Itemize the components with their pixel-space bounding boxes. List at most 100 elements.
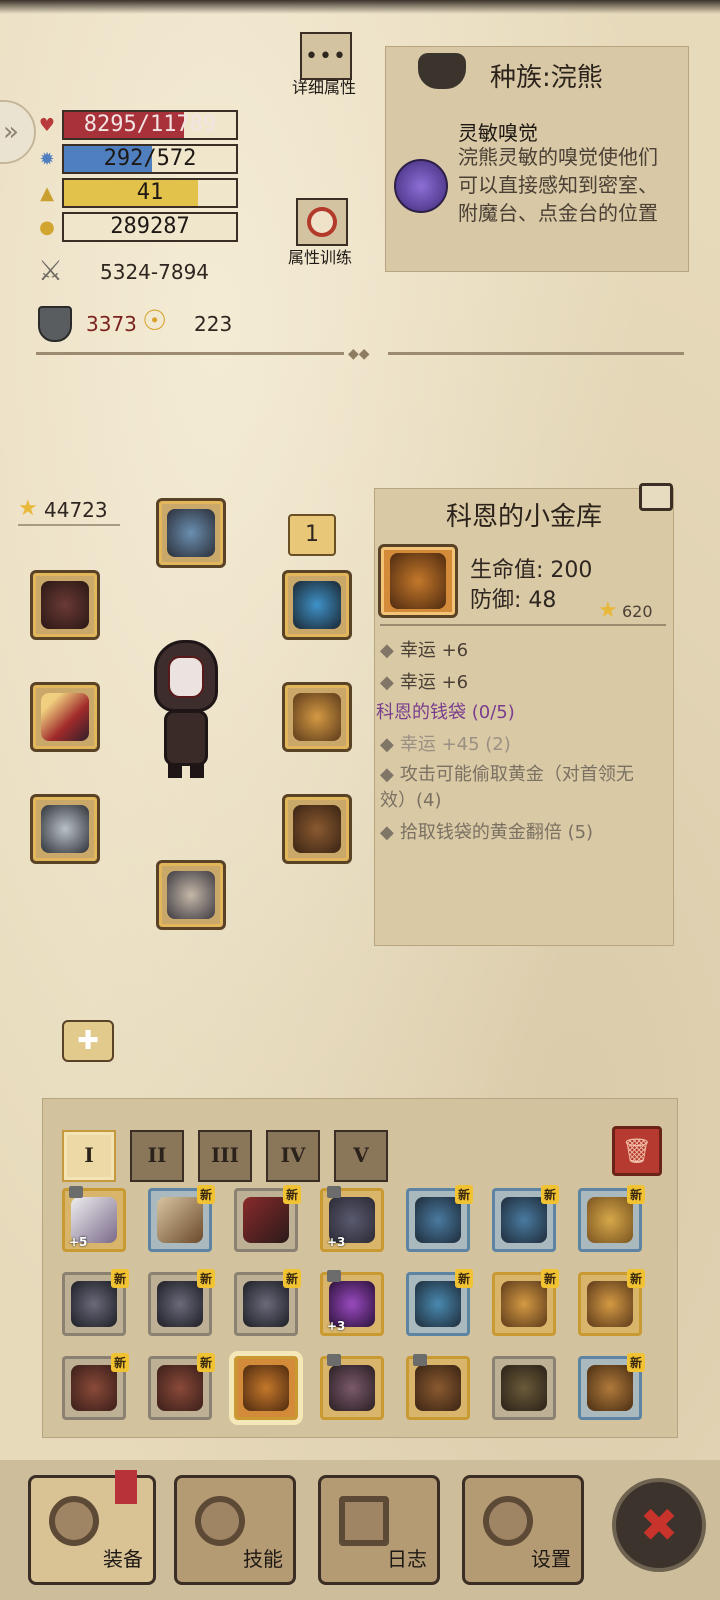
nav-skill-button[interactable]: 技能 (174, 1475, 296, 1585)
armor-slot[interactable] (282, 682, 352, 752)
prop-line-2: ◆ 幸运 +6 (380, 668, 468, 694)
training-label: 属性训练 (287, 248, 352, 267)
mana-text: 292/572 (103, 146, 197, 171)
loadout-number-button[interactable]: 1 (288, 514, 336, 556)
nav-log-label: 日志 (387, 1547, 427, 1571)
race-panel: 种族:浣熊 灵敏嗅觉 浣熊灵敏的嗅觉使他们可以直接感知到密室、附魔台、点金台的位… (385, 46, 689, 272)
helmet-slot[interactable] (156, 498, 226, 568)
inventory-item[interactable]: 新 (578, 1269, 645, 1336)
score-line (18, 524, 120, 526)
details-button[interactable]: ••• (300, 32, 352, 80)
new-badge: 新 (196, 1269, 215, 1288)
upgrade-badge: +5 (69, 1235, 88, 1249)
inventory-item[interactable]: +3 (320, 1270, 384, 1336)
armor-shield-icon (38, 306, 72, 342)
inventory-item[interactable] (406, 1354, 470, 1420)
new-badge: 新 (626, 1269, 645, 1288)
weapon-slot[interactable] (30, 682, 100, 752)
inventory-item[interactable]: 新 (578, 1185, 645, 1252)
hp-text: 8295/11789 (83, 112, 217, 137)
luck-torch-icon: ☉ (142, 304, 168, 337)
vest-item-icon (587, 1281, 633, 1327)
inventory-item[interactable]: 新 (148, 1185, 215, 1252)
set-bonus-3: ◆ 拾取钱袋的黄金翻倍 (5) (380, 818, 593, 844)
boots-slot[interactable] (156, 860, 226, 930)
inventory-item-selected[interactable] (234, 1356, 298, 1420)
item-score-star-icon: ★ (598, 598, 618, 623)
level-bar: 41 (62, 178, 238, 208)
trash-button[interactable]: 🗑 (612, 1126, 662, 1176)
inventory-item[interactable]: 新 (148, 1269, 215, 1336)
total-score: 44723 (44, 498, 108, 522)
inventory-item[interactable]: 新 (148, 1353, 215, 1420)
inventory-item[interactable] (320, 1354, 384, 1420)
mask-item-icon (157, 1281, 203, 1327)
detail-item-icon-frame (378, 544, 458, 618)
new-badge: 新 (196, 1185, 215, 1204)
tier-tab-5[interactable]: V (334, 1130, 388, 1182)
set-name: 科恩的钱袋 (0/5) (376, 702, 515, 723)
race-title: 种族:浣熊 (490, 63, 603, 93)
luck-value: 223 (194, 312, 233, 336)
vest-item-icon (501, 1281, 547, 1327)
training-button[interactable] (296, 198, 348, 246)
chest-item-icon (293, 693, 341, 741)
inventory-item[interactable] (492, 1356, 556, 1420)
inventory-item[interactable]: 新 (492, 1185, 559, 1252)
tier-tab-1[interactable]: I (62, 1130, 116, 1182)
tier-tab-4[interactable]: IV (266, 1130, 320, 1182)
inventory-item[interactable]: +3 (320, 1186, 384, 1252)
trash-icon: 🗑 (621, 1137, 653, 1165)
top-torn-edge (0, 0, 720, 14)
new-badge: 新 (282, 1185, 301, 1204)
upgrade-badge: +3 (327, 1235, 346, 1249)
upgrade-badge: +3 (327, 1319, 346, 1333)
inventory-item[interactable]: +5 (62, 1186, 126, 1252)
tier-tab-3[interactable]: III (198, 1130, 252, 1182)
item-defense: 防御: 48 (470, 588, 557, 613)
skill-ring-icon (195, 1496, 245, 1546)
diamond-bullet-icon: ◆ (380, 764, 394, 785)
inventory-item[interactable]: 新 (234, 1269, 301, 1336)
sword-item-icon (41, 693, 89, 741)
nav-log-button[interactable]: 日志 (318, 1475, 440, 1585)
inventory-item[interactable]: 新 (406, 1185, 473, 1252)
shoulder-item-icon (415, 1281, 461, 1327)
bookmark-icon (115, 1470, 137, 1504)
nav-equip-button[interactable]: 装备 (28, 1470, 156, 1585)
gauntlet-item-icon (41, 805, 89, 853)
inventory-item[interactable]: 新 (62, 1353, 129, 1420)
new-badge: 新 (454, 1185, 473, 1204)
lock-icon (327, 1354, 341, 1366)
nav-settings-button[interactable]: 设置 (462, 1475, 584, 1585)
inventory-item[interactable]: 新 (578, 1353, 645, 1420)
trait-name: 灵敏嗅觉 (458, 121, 538, 145)
pants-item-icon (293, 805, 341, 853)
inventory-item[interactable]: 新 (492, 1269, 559, 1336)
section-divider-right (388, 352, 684, 355)
new-badge: 新 (626, 1185, 645, 1204)
cape-slot[interactable] (30, 570, 100, 640)
gold-text: 289287 (110, 214, 190, 239)
amulet-slot[interactable] (282, 570, 352, 640)
amulet-item-icon (293, 581, 341, 629)
inventory-item[interactable]: 新 (234, 1185, 301, 1252)
add-button[interactable]: ✚ (62, 1020, 114, 1062)
new-badge: 新 (626, 1353, 645, 1372)
money-pouch-icon (390, 553, 446, 609)
pants-item-icon (587, 1365, 633, 1411)
gloves-slot[interactable] (30, 794, 100, 864)
trait-description: 浣熊灵敏的嗅觉使他们可以直接感知到密室、附魔台、点金台的位置 (458, 145, 658, 225)
tier-tab-2[interactable]: II (130, 1130, 184, 1182)
close-button[interactable]: ✖ (612, 1478, 706, 1572)
inventory-item[interactable]: 新 (406, 1269, 473, 1336)
item-name: 科恩的小金库 (445, 502, 602, 532)
pants-slot[interactable] (282, 794, 352, 864)
prop-text: 幸运 +6 (399, 672, 469, 693)
prop-text: 幸运 +6 (399, 640, 469, 661)
mana-gear-icon: ✹ (39, 148, 55, 170)
loadout-number: 1 (305, 522, 319, 547)
boots-item-icon (167, 871, 215, 919)
inventory-item[interactable]: 新 (62, 1269, 129, 1336)
gear-icon (483, 1496, 533, 1546)
